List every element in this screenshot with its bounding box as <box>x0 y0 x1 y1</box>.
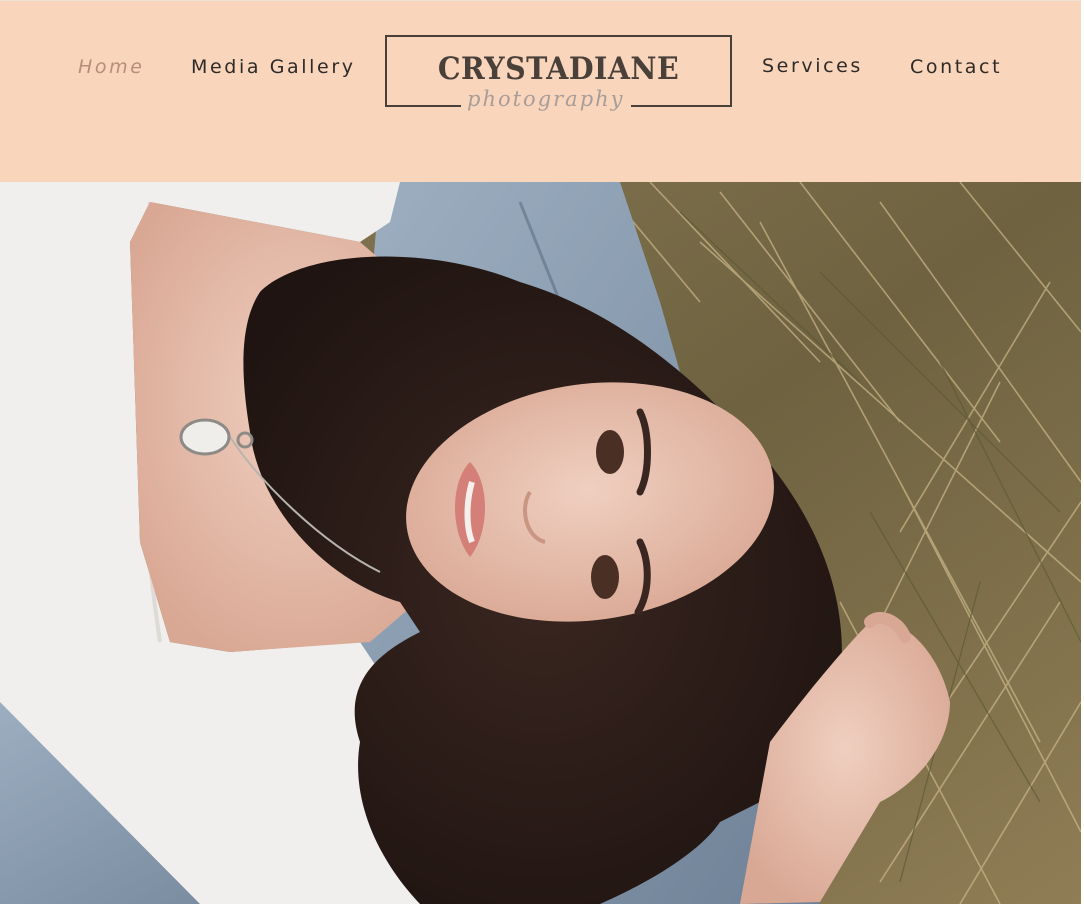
logo-name: CRYSTADIANE <box>437 51 680 87</box>
site-logo[interactable]: CRYSTADIANE photography <box>385 35 732 111</box>
site-header: Home Media Gallery CRYSTADIANE photograp… <box>0 0 1081 183</box>
nav-home-link[interactable]: Home <box>78 56 145 78</box>
nav-services-link[interactable]: Services <box>762 55 863 77</box>
nav-contact-link[interactable]: Contact <box>910 56 1002 78</box>
hero-image <box>0 182 1081 904</box>
logo-tagline: photography <box>461 87 631 111</box>
nav-media-gallery-link[interactable]: Media Gallery <box>191 56 356 78</box>
hero-photo <box>0 182 1081 904</box>
